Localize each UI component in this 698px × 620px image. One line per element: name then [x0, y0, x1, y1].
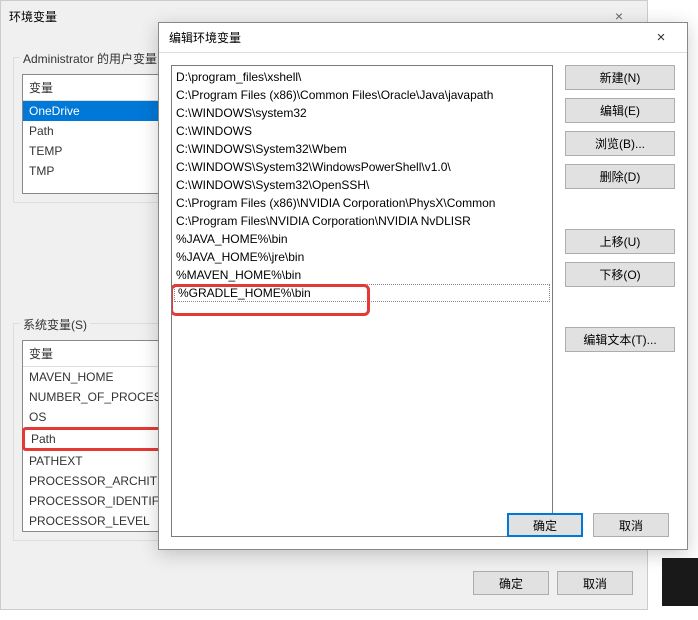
sys-vars-label: 系统变量(S) [20, 316, 90, 333]
parent-title: 环境变量 [9, 8, 57, 25]
user-vars-label: Administrator 的用户变量 [20, 50, 160, 67]
move-down-button[interactable]: 下移(O) [565, 262, 675, 287]
delete-button[interactable]: 删除(D) [565, 164, 675, 189]
parent-footer-buttons: 确定 取消 [473, 571, 633, 595]
dialog-footer-buttons: 确定 取消 [507, 513, 669, 537]
path-row[interactable]: C:\WINDOWS\System32\WindowsPowerShell\v1… [172, 158, 552, 176]
path-row[interactable]: C:\Program Files\NVIDIA Corporation\NVID… [172, 212, 552, 230]
dialog-ok-button[interactable]: 确定 [507, 513, 583, 537]
edit-button[interactable]: 编辑(E) [565, 98, 675, 123]
browse-button[interactable]: 浏览(B)... [565, 131, 675, 156]
parent-ok-button[interactable]: 确定 [473, 571, 549, 595]
path-row[interactable]: %JAVA_HOME%\jre\bin [172, 248, 552, 266]
dialog-cancel-button[interactable]: 取消 [593, 513, 669, 537]
path-row-editing[interactable]: %GRADLE_HOME%\bin [174, 284, 550, 302]
dialog-body: D:\program_files\xshell\ C:\Program File… [159, 53, 687, 549]
path-row[interactable]: %MAVEN_HOME%\bin [172, 266, 552, 284]
path-row[interactable]: C:\Program Files (x86)\NVIDIA Corporatio… [172, 194, 552, 212]
dialog-close-button[interactable]: × [641, 26, 681, 50]
parent-cancel-button[interactable]: 取消 [557, 571, 633, 595]
spacer [565, 295, 675, 319]
path-list[interactable]: D:\program_files\xshell\ C:\Program File… [171, 65, 553, 537]
path-row[interactable]: %JAVA_HOME%\bin [172, 230, 552, 248]
dialog-titlebar: 编辑环境变量 × [159, 23, 687, 53]
edit-env-var-dialog: 编辑环境变量 × D:\program_files\xshell\ C:\Pro… [158, 22, 688, 550]
path-row[interactable]: C:\WINDOWS\System32\OpenSSH\ [172, 176, 552, 194]
dark-strip [662, 558, 698, 606]
path-row[interactable]: C:\Program Files (x86)\Common Files\Orac… [172, 86, 552, 104]
move-up-button[interactable]: 上移(U) [565, 229, 675, 254]
path-row[interactable]: C:\WINDOWS\System32\Wbem [172, 140, 552, 158]
edit-text-button[interactable]: 编辑文本(T)... [565, 327, 675, 352]
new-button[interactable]: 新建(N) [565, 65, 675, 90]
path-row[interactable]: C:\WINDOWS [172, 122, 552, 140]
dialog-title: 编辑环境变量 [169, 29, 241, 46]
path-row[interactable]: D:\program_files\xshell\ [172, 68, 552, 86]
path-row[interactable]: C:\WINDOWS\system32 [172, 104, 552, 122]
spacer [565, 197, 675, 221]
side-buttons: 新建(N) 编辑(E) 浏览(B)... 删除(D) 上移(U) 下移(O) 编… [565, 65, 675, 537]
